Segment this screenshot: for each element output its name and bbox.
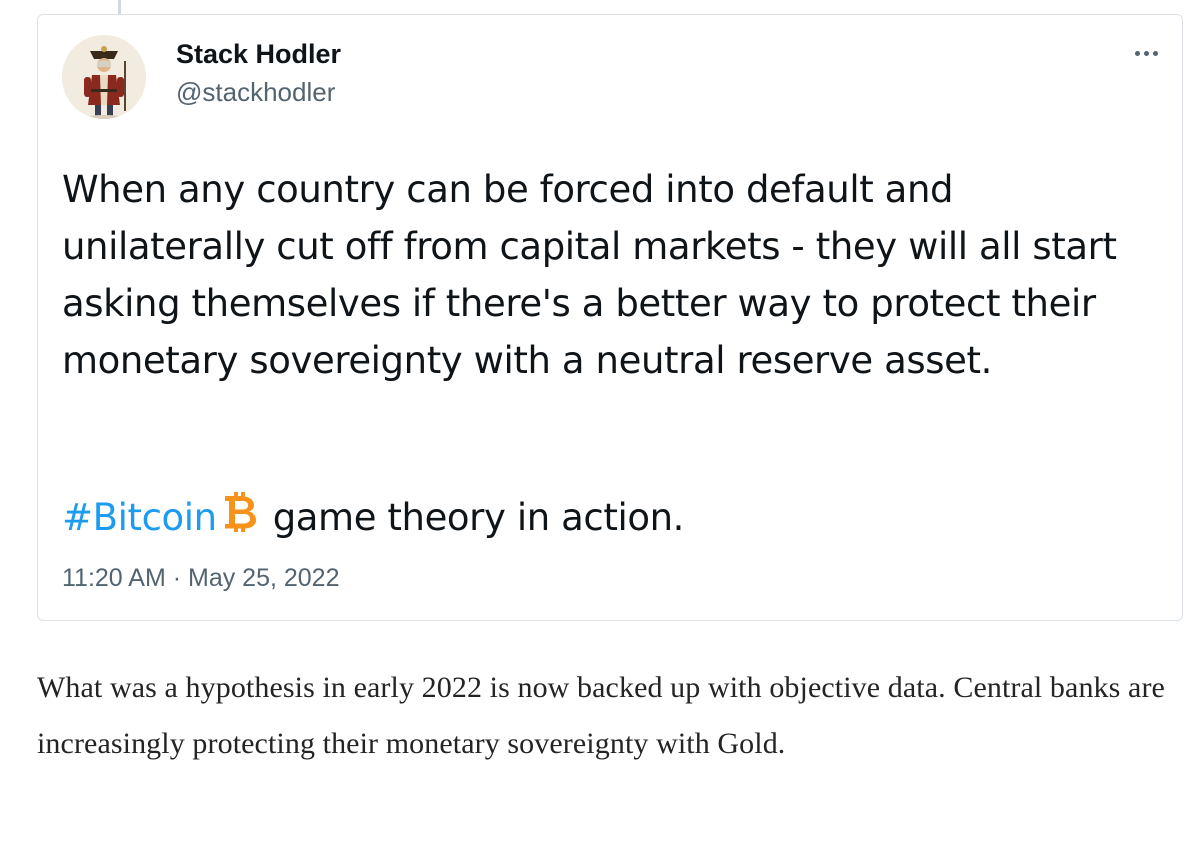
avatar-pirate-figure-icon [62, 35, 146, 119]
avatar[interactable] [62, 35, 146, 119]
more-horizontal-icon-dot [1143, 50, 1149, 56]
article-paragraph: What was a hypothesis in early 2022 is n… [37, 671, 1165, 760]
article-page: Stack Hodler @stackhodler When any count… [0, 0, 1200, 852]
bitcoin-icon [221, 491, 257, 548]
author-handle[interactable]: @stackhodler [176, 77, 335, 108]
tweet-timestamp-link[interactable]: 11:20 AM · May 25, 2022 [62, 564, 339, 593]
hashtag-link[interactable]: #Bitcoin [62, 489, 217, 546]
embedded-tweet-card[interactable]: Stack Hodler @stackhodler When any count… [37, 14, 1183, 621]
tweet-hashtag-line: #Bitcoin game theory in action. [62, 489, 684, 546]
author-name[interactable]: Stack Hodler [176, 39, 341, 70]
tweet-trailing-text: game theory in action. [272, 496, 685, 539]
tweet-body: When any country can be forced into defa… [62, 168, 1117, 382]
more-horizontal-icon [1134, 50, 1140, 56]
more-horizontal-icon-dot [1152, 50, 1158, 56]
more-options-button[interactable] [1128, 43, 1164, 63]
